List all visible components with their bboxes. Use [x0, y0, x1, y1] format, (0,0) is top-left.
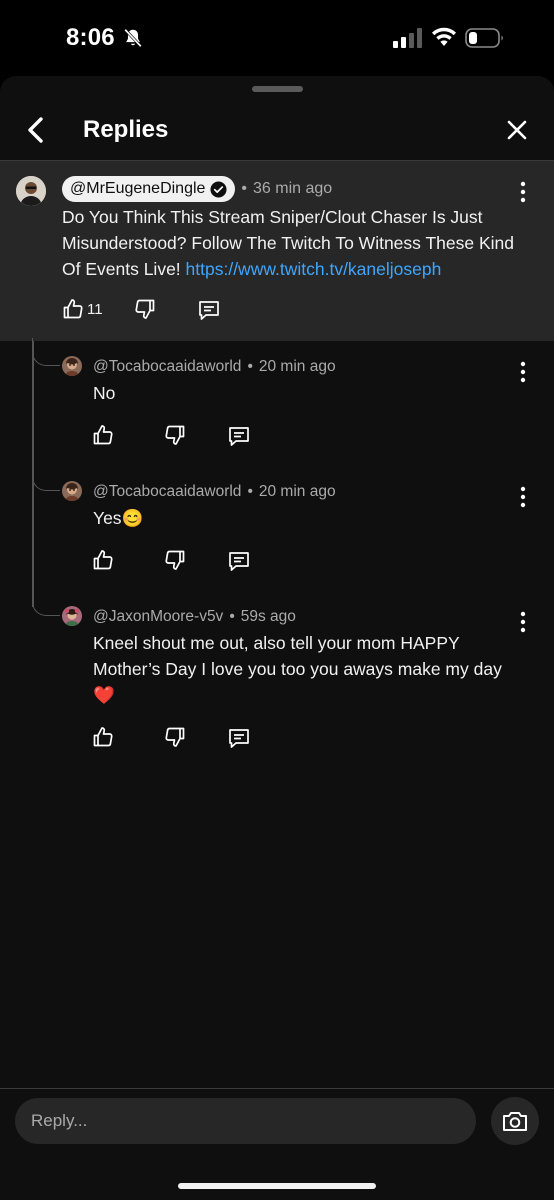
comment-author: @MrEugeneDingle	[70, 180, 206, 197]
reply-text: No	[93, 383, 116, 403]
thumbs-down-icon	[165, 727, 185, 747]
reply-text: Yes😊	[93, 508, 144, 528]
more-options-icon[interactable]	[516, 179, 530, 205]
home-indicator[interactable]	[178, 1183, 376, 1189]
replies-sheet: Replies @MrEugeneDingle • 36 min ago Do …	[0, 76, 554, 1200]
more-options-icon[interactable]	[516, 484, 530, 510]
camera-button[interactable]	[491, 1097, 539, 1145]
battery-icon	[465, 28, 503, 48]
comment-icon	[229, 427, 249, 446]
thumbs-down-icon	[165, 425, 185, 445]
thumbs-up-icon	[93, 727, 113, 747]
main-comment: @MrEugeneDingle • 36 min ago Do You Thin…	[0, 161, 554, 341]
thumbs-down-icon	[165, 550, 185, 570]
back-arrow-icon[interactable]	[20, 112, 52, 148]
bottom-divider	[0, 1088, 554, 1089]
dislike-button[interactable]	[163, 423, 187, 447]
thumbs-up-icon	[63, 299, 83, 319]
thread-connector	[32, 463, 60, 491]
reply-meta: @Tocabocaaidaworld • 20 min ago	[93, 358, 336, 376]
dislike-button[interactable]	[163, 548, 187, 572]
comment-icon	[229, 552, 249, 571]
reply-time: 59s ago	[240, 608, 296, 625]
more-options-icon[interactable]	[516, 359, 530, 385]
comment-text: Do You Think This Stream Sniper/Clout Ch…	[62, 204, 532, 282]
comment-time: 36 min ago	[253, 180, 333, 197]
comment-meta: @MrEugeneDingle • 36 min ago	[62, 176, 332, 202]
drag-handle[interactable]	[252, 86, 303, 92]
cellular-signal-icon	[393, 28, 422, 48]
dislike-button[interactable]	[133, 297, 157, 321]
reply-button[interactable]	[227, 549, 251, 573]
meta-separator: •	[247, 358, 253, 375]
verified-check-icon	[210, 180, 227, 198]
dislike-button[interactable]	[163, 725, 187, 749]
meta-separator: •	[247, 483, 253, 500]
reply-author[interactable]: @JaxonMoore-v5v	[93, 608, 223, 626]
status-time: 8:06	[66, 24, 115, 51]
reply-meta: @JaxonMoore-v5v • 59s ago	[93, 608, 296, 626]
reply-button[interactable]	[197, 298, 221, 322]
status-bar: 8:06	[0, 0, 554, 76]
reply-time: 20 min ago	[258, 358, 336, 375]
reply-meta: @Tocabocaaidaworld • 20 min ago	[93, 483, 336, 501]
channel-owner-badge[interactable]: @MrEugeneDingle	[62, 176, 236, 202]
comment-icon	[199, 301, 219, 320]
like-button[interactable]	[91, 548, 115, 572]
thumbs-down-icon	[135, 299, 155, 319]
reply-input[interactable]	[15, 1098, 476, 1144]
wifi-icon	[432, 27, 456, 46]
reply-time: 20 min ago	[258, 483, 336, 500]
comment-icon	[229, 729, 249, 748]
reply-text: Kneel shout me out, also tell your mom H…	[93, 633, 502, 705]
avatar[interactable]	[62, 356, 82, 376]
meta-separator: •	[229, 608, 235, 625]
reply-author[interactable]: @Tocabocaaidaworld	[93, 483, 241, 501]
like-count: 11	[87, 301, 103, 318]
thumbs-up-icon	[93, 550, 113, 570]
camera-icon	[503, 1112, 527, 1131]
comment-link[interactable]: https://www.twitch.tv/kaneljoseph	[186, 259, 442, 279]
bell-muted-icon	[124, 28, 142, 48]
avatar[interactable]	[62, 481, 82, 501]
thread-connector	[32, 588, 60, 616]
close-icon[interactable]	[503, 116, 531, 144]
like-button[interactable]	[61, 297, 85, 321]
avatar[interactable]	[16, 176, 46, 206]
reply-button[interactable]	[227, 726, 251, 750]
thumbs-up-icon	[93, 425, 113, 445]
avatar[interactable]	[62, 606, 82, 626]
reply-button[interactable]	[227, 424, 251, 448]
thread-connector	[32, 338, 60, 366]
like-button[interactable]	[91, 725, 115, 749]
like-button[interactable]	[91, 423, 115, 447]
more-options-icon[interactable]	[516, 609, 530, 635]
meta-separator: •	[241, 180, 248, 197]
reply-author[interactable]: @Tocabocaaidaworld	[93, 358, 241, 376]
page-title: Replies	[83, 116, 169, 143]
